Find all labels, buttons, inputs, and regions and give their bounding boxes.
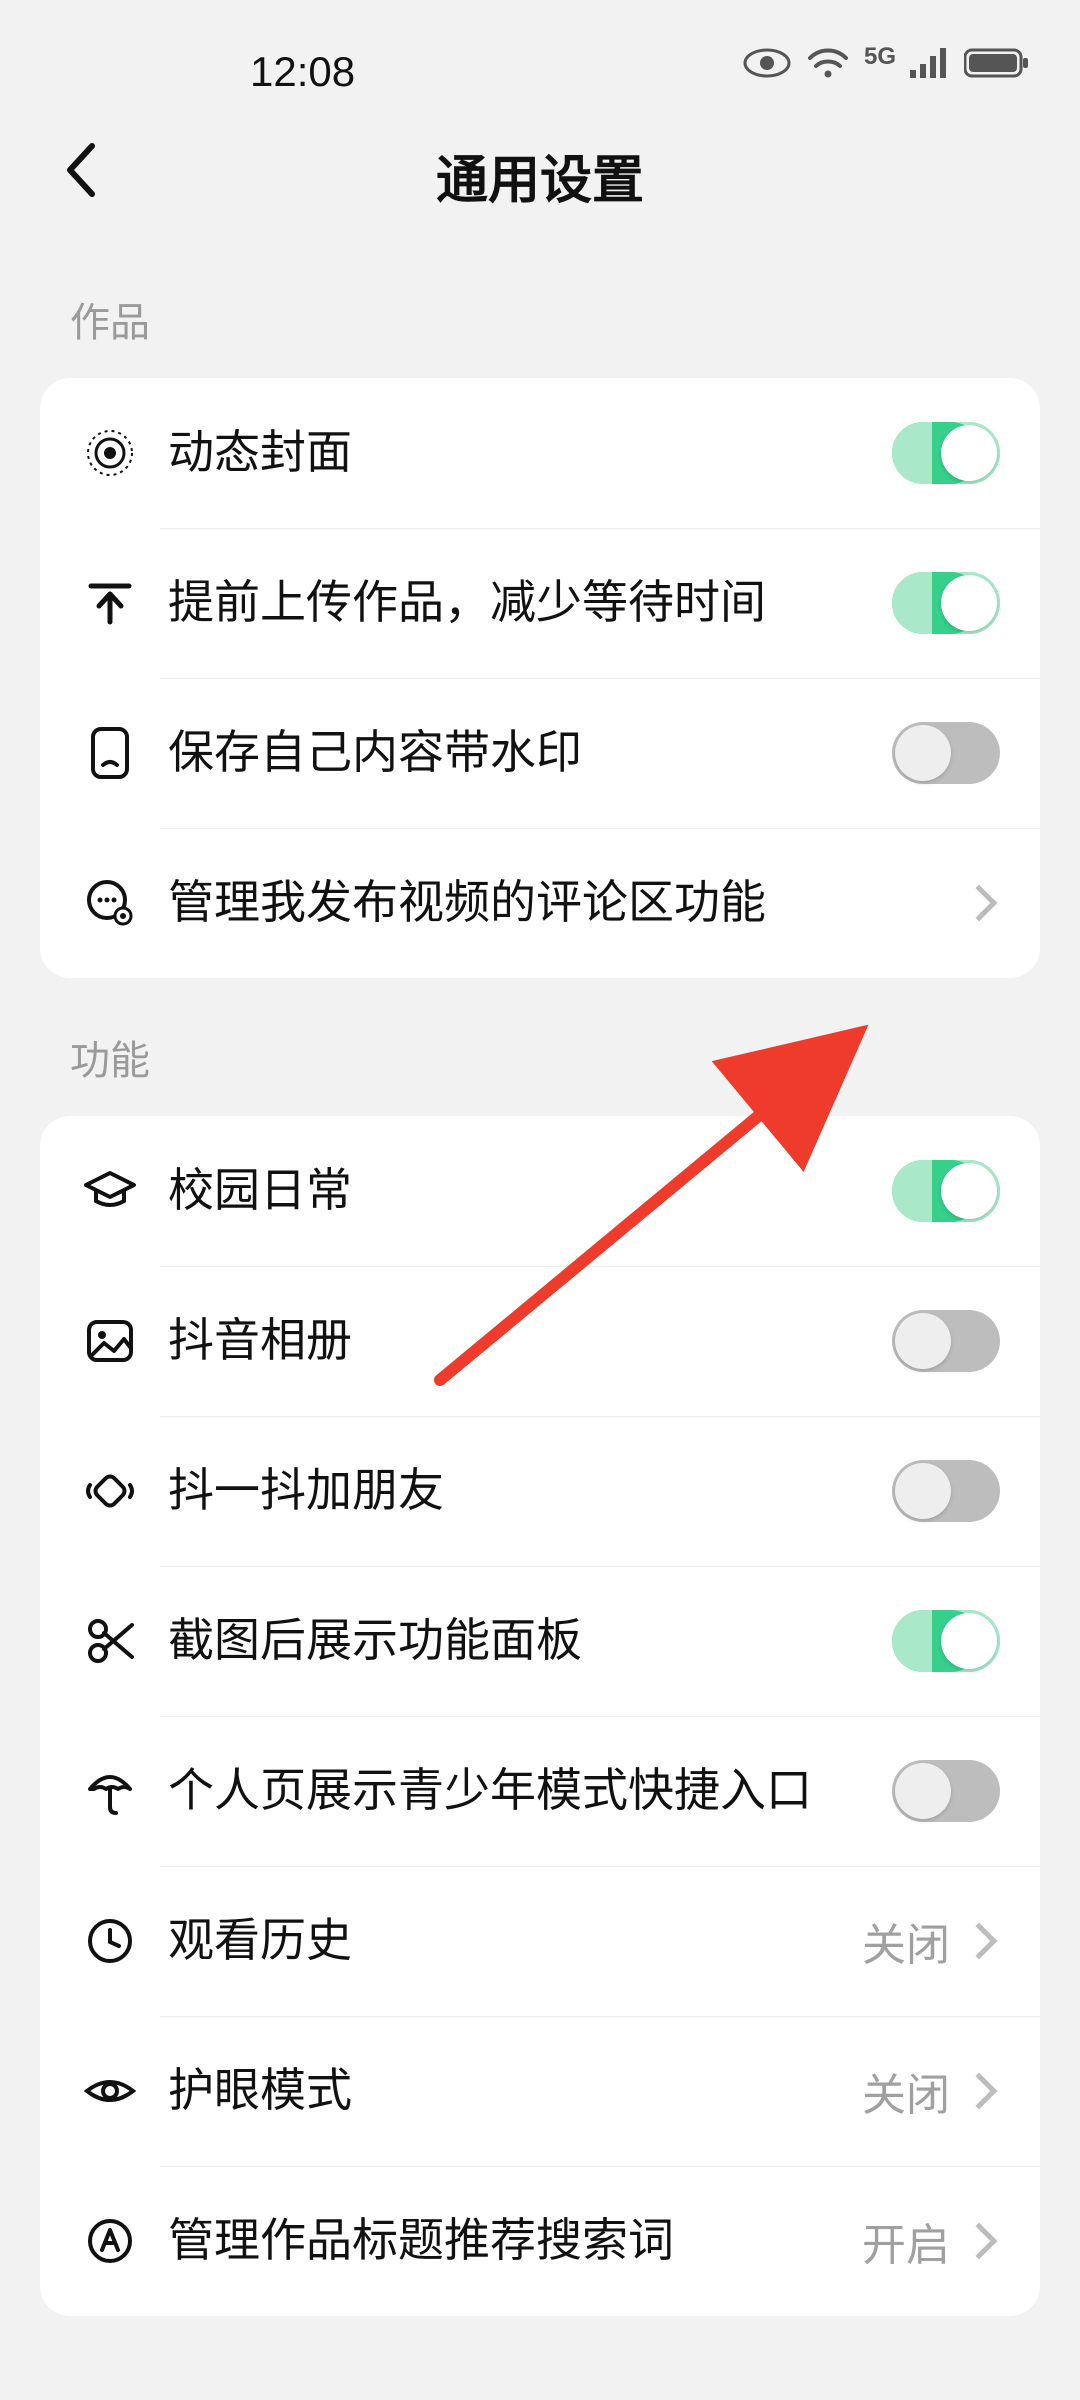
target-icon	[80, 423, 140, 483]
phone-icon	[80, 723, 140, 783]
umbrella-icon	[80, 1761, 140, 1821]
row-manage-comments[interactable]: 管理我发布视频的评论区功能	[40, 828, 1040, 978]
row-shake-friend[interactable]: 抖一抖加朋友	[40, 1416, 1040, 1566]
chevron-right-icon	[961, 2223, 998, 2260]
chevron-right-icon	[961, 2073, 998, 2110]
row-teen-shortcut[interactable]: 个人页展示青少年模式快捷入口	[40, 1716, 1040, 1866]
row-label: 截图后展示功能面板	[140, 1611, 892, 1671]
chevron-left-icon	[62, 140, 98, 200]
row-label: 护眼模式	[140, 2061, 862, 2121]
image-icon	[80, 1311, 140, 1371]
eye-icon	[80, 2061, 140, 2121]
shake-icon	[80, 1461, 140, 1521]
row-value: 关闭	[862, 1909, 950, 1973]
toggle-save-watermark[interactable]	[892, 722, 1000, 784]
toggle-teen-shortcut[interactable]	[892, 1760, 1000, 1822]
toggle-screenshot-panel[interactable]	[892, 1610, 1000, 1672]
row-label: 管理作品标题推荐搜索词	[140, 2211, 862, 2271]
row-trailing: 关闭	[862, 2059, 1000, 2123]
upload-icon	[80, 573, 140, 633]
toggle-campus-daily[interactable]	[892, 1160, 1000, 1222]
row-label: 抖音相册	[140, 1311, 892, 1371]
row-trailing	[966, 890, 1000, 916]
row-value: 开启	[862, 2209, 950, 2273]
row-trailing: 关闭	[862, 1909, 1000, 1973]
toggle-dynamic-cover[interactable]	[892, 422, 1000, 484]
row-dynamic-cover[interactable]: 动态封面	[40, 378, 1040, 528]
page-title: 通用设置	[0, 138, 1080, 213]
toggle-douyin-album[interactable]	[892, 1310, 1000, 1372]
row-campus-daily[interactable]: 校园日常	[40, 1116, 1040, 1266]
clock-icon	[80, 1911, 140, 1971]
row-pre-upload[interactable]: 提前上传作品，减少等待时间	[40, 528, 1040, 678]
card-works: 动态封面 提前上传作品，减少等待时间 保存自己内容带水印	[40, 378, 1040, 978]
back-button[interactable]	[40, 130, 120, 210]
toggle-pre-upload[interactable]	[892, 572, 1000, 634]
row-trailing: 开启	[862, 2209, 1000, 2273]
row-eye-care[interactable]: 护眼模式 关闭	[40, 2016, 1040, 2166]
battery-icon	[964, 46, 1030, 80]
status-bar: 12:08 5G	[0, 0, 1080, 110]
header: 通用设置	[0, 110, 1080, 240]
chevron-right-icon	[961, 1923, 998, 1960]
status-time: 12:08	[250, 48, 355, 96]
section-label-works: 作品	[0, 240, 1080, 378]
row-watch-history[interactable]: 观看历史 关闭	[40, 1866, 1040, 2016]
row-label: 抖一抖加朋友	[140, 1461, 892, 1521]
row-label: 动态封面	[140, 423, 892, 483]
section-label-features: 功能	[0, 978, 1080, 1116]
chevron-right-icon	[961, 885, 998, 922]
row-label: 提前上传作品，减少等待时间	[140, 573, 892, 633]
row-label: 个人页展示青少年模式快捷入口	[140, 1761, 892, 1821]
row-manage-keywords[interactable]: 管理作品标题推荐搜索词 开启	[40, 2166, 1040, 2316]
row-label: 观看历史	[140, 1911, 862, 1971]
graduation-cap-icon	[80, 1161, 140, 1221]
signal-icon	[910, 46, 950, 80]
row-save-watermark[interactable]: 保存自己内容带水印	[40, 678, 1040, 828]
status-icons: 5G	[742, 46, 1030, 80]
row-label: 保存自己内容带水印	[140, 723, 892, 783]
letter-a-icon	[80, 2211, 140, 2271]
row-value: 关闭	[862, 2059, 950, 2123]
row-screenshot-panel[interactable]: 截图后展示功能面板	[40, 1566, 1040, 1716]
toggle-shake-friend[interactable]	[892, 1460, 1000, 1522]
card-features: 校园日常 抖音相册 抖一抖加朋友	[40, 1116, 1040, 2316]
network-label: 5G	[864, 43, 896, 71]
wifi-icon	[806, 46, 850, 80]
row-label: 管理我发布视频的评论区功能	[140, 873, 966, 933]
row-label: 校园日常	[140, 1161, 892, 1221]
scissors-icon	[80, 1611, 140, 1671]
eye-icon	[742, 46, 792, 80]
comment-settings-icon	[80, 873, 140, 933]
row-douyin-album[interactable]: 抖音相册	[40, 1266, 1040, 1416]
